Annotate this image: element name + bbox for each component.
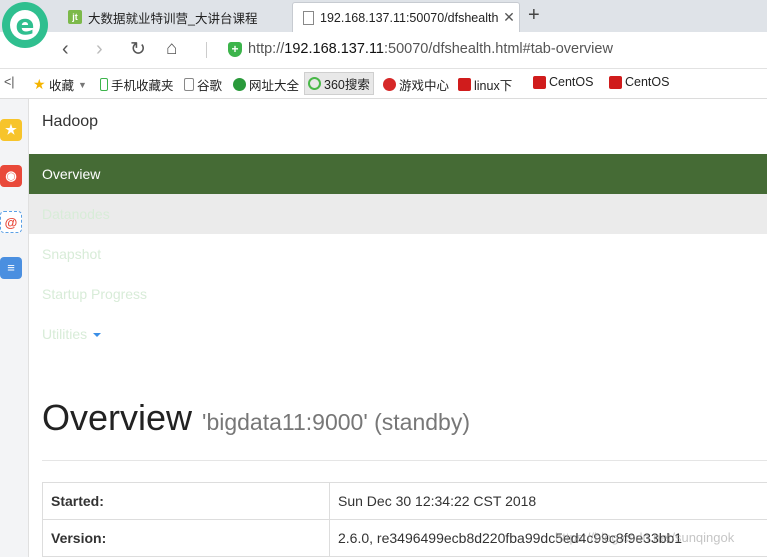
chevron-down-icon: ▼ xyxy=(78,79,87,90)
bookmarks-bar: <| ★ 收藏 ▼ 手机收藏夹 谷歌 网址大全 360搜索 游戏中心 linux… xyxy=(0,69,767,99)
overview-heading: Overview xyxy=(42,397,193,438)
tab-title: 大数据就业特训营_大讲台课程 xyxy=(88,11,258,26)
namenode-status: 'bigdata11:9000' (standby) xyxy=(202,409,470,435)
bookmark-centos-1[interactable]: CentOS xyxy=(533,75,593,89)
reload-icon[interactable]: ↻ xyxy=(130,38,146,61)
started-value: Sun Dec 30 12:34:22 CST 2018 xyxy=(329,482,767,520)
back-icon[interactable]: ‹ xyxy=(62,38,69,61)
favorites-star-icon[interactable]: ★ xyxy=(0,119,22,141)
version-label: Version: xyxy=(42,519,330,557)
nav-utilities[interactable]: Utilities xyxy=(29,314,767,354)
nav-overview[interactable]: Overview xyxy=(29,154,767,194)
page-title: Overview 'bigdata11:9000' (standby) xyxy=(42,397,470,439)
brand-title[interactable]: Hadoop xyxy=(42,113,98,131)
nav-datanodes[interactable]: Datanodes xyxy=(29,194,767,234)
page-icon xyxy=(184,78,194,91)
home-icon[interactable]: ⌂ xyxy=(166,38,177,60)
weibo-icon[interactable]: ◉ xyxy=(0,165,22,187)
watermark: https://blog.csdn.net/sunqingok xyxy=(555,530,735,545)
bookmark-favorites[interactable]: ★ 收藏 ▼ xyxy=(33,75,87,94)
new-tab-button[interactable]: + xyxy=(528,4,540,27)
game-icon xyxy=(383,78,396,91)
globe-icon xyxy=(233,78,246,91)
c-icon xyxy=(533,75,546,89)
address-toolbar: ‹ › ↻ ⌂ + http://192.168.137.11:50070/df… xyxy=(0,32,767,69)
toolbar-divider xyxy=(206,42,207,58)
bookmark-mobile[interactable]: 手机收藏夹 xyxy=(100,75,174,94)
news-icon[interactable]: ≡ xyxy=(0,257,22,279)
browser-sidebar: ★ ◉ @ ≡ xyxy=(0,99,29,557)
bookmark-360-search[interactable]: 360搜索 xyxy=(304,72,374,95)
browser-logo-icon[interactable]: e xyxy=(2,2,48,48)
bookmarks-collapse-icon[interactable]: <| xyxy=(4,75,15,89)
nav-utilities-label: Utilities xyxy=(42,326,88,342)
secure-shield-icon[interactable]: + xyxy=(228,42,242,57)
bookmark-sites[interactable]: 网址大全 xyxy=(233,75,299,94)
bookmark-centos-2[interactable]: CentOS xyxy=(609,75,669,89)
dropdown-caret-icon xyxy=(93,333,102,338)
phone-icon xyxy=(100,78,108,91)
page-favicon-icon xyxy=(303,10,314,25)
browser-tab-course[interactable]: jt 大数据就业特训营_大讲台课程 xyxy=(60,2,288,32)
site-favicon-icon: jt xyxy=(68,10,82,24)
360-icon xyxy=(308,77,321,90)
overview-table: Started: Sun Dec 30 12:34:22 CST 2018 Ve… xyxy=(42,482,767,557)
bookmark-linux[interactable]: linux下 xyxy=(458,75,512,94)
table-row: Started: Sun Dec 30 12:34:22 CST 2018 xyxy=(42,482,767,520)
browser-tab-hadoop[interactable]: 192.168.137.11:50070/dfshealth.html#tab-… xyxy=(292,2,520,32)
hadoop-page: Hadoop Overview Datanodes Snapshot Start… xyxy=(29,99,767,557)
bookmark-games[interactable]: 游戏中心 xyxy=(383,75,449,94)
email-icon[interactable]: @ xyxy=(0,211,22,233)
nav-snapshot[interactable]: Snapshot xyxy=(29,234,767,274)
nav-startup-progress[interactable]: Startup Progress xyxy=(29,274,767,314)
tab-title: 192.168.137.11:50070/dfshealth.html#tab-… xyxy=(320,10,499,25)
url-field[interactable]: http://192.168.137.11:50070/dfshealth.ht… xyxy=(248,41,613,57)
star-icon: ★ xyxy=(33,76,46,92)
close-tab-icon[interactable]: ✕ xyxy=(499,9,519,26)
forward-icon[interactable]: › xyxy=(96,38,103,61)
started-label: Started: xyxy=(42,482,330,520)
c-icon xyxy=(458,78,471,91)
divider xyxy=(42,460,767,461)
c-icon xyxy=(609,75,622,89)
bookmark-google[interactable]: 谷歌 xyxy=(184,75,222,94)
tab-strip: jt 大数据就业特训营_大讲台课程 192.168.137.11:50070/d… xyxy=(0,0,767,32)
